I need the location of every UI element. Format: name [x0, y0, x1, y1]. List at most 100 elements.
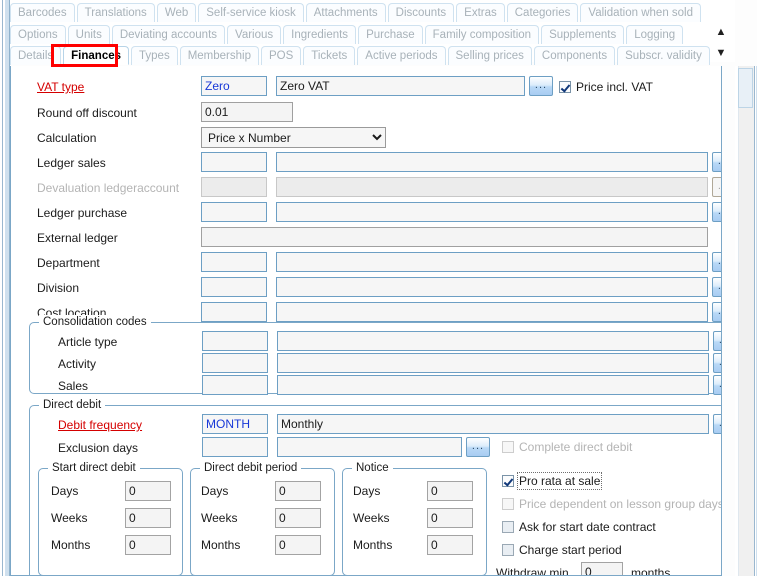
tab-strip: BarcodesTranslationsWebSelf-service kios… — [10, 0, 735, 62]
devaluation-ledgeraccount-browse-button: ... — [712, 177, 722, 197]
vat-type-description-input[interactable]: Zero VAT — [276, 76, 525, 96]
price-dependent-lesson-group-days-checkbox: Price dependent on lesson group days — [502, 495, 722, 513]
tab-logging[interactable]: Logging — [626, 25, 683, 44]
cost-location-code-input[interactable] — [201, 302, 267, 322]
tab-ingredients[interactable]: Ingredients — [283, 25, 356, 44]
start-dd-weeks-input[interactable]: 0 — [125, 508, 171, 528]
tab-components[interactable]: Components — [534, 46, 615, 65]
activity-browse-button[interactable]: ... — [713, 353, 722, 373]
complete-direct-debit-checkbox: Complete direct debit — [502, 438, 632, 456]
tab-selling-prices[interactable]: Selling prices — [448, 46, 532, 65]
start-dd-weeks-label: Weeks — [51, 509, 87, 527]
ask-for-start-date-contract-label: Ask for start date contract — [519, 520, 656, 534]
vat-type-code-input[interactable]: Zero — [201, 76, 267, 96]
ask-for-start-date-contract-checkbox[interactable]: Ask for start date contract — [502, 518, 656, 536]
ledger-purchase-code-input[interactable] — [201, 202, 267, 222]
debit-frequency-label[interactable]: Debit frequency — [58, 414, 142, 436]
exclusion-days-code-input[interactable] — [202, 437, 268, 457]
debit-frequency-browse-button[interactable]: ... — [713, 414, 722, 434]
tab-types[interactable]: Types — [131, 46, 178, 65]
ledger-sales-description-input[interactable] — [276, 152, 708, 172]
tab-purchase[interactable]: Purchase — [358, 25, 423, 44]
department-browse-button[interactable]: ... — [712, 252, 722, 272]
tab-categories[interactable]: Categories — [507, 3, 579, 22]
ledger-sales-code-input[interactable] — [201, 152, 267, 172]
ddp-months-input[interactable]: 0 — [275, 535, 321, 555]
notice-weeks-label: Weeks — [353, 509, 389, 527]
tab-various[interactable]: Various — [227, 25, 281, 44]
tab-subscr-validity[interactable]: Subscr. validity — [617, 46, 710, 65]
tab-attachments[interactable]: Attachments — [306, 3, 386, 22]
cost-location-browse-button[interactable]: ... — [712, 302, 722, 322]
tab-options[interactable]: Options — [10, 25, 66, 44]
tab-membership[interactable]: Membership — [180, 46, 259, 65]
notice-weeks-input[interactable]: 0 — [427, 508, 473, 528]
article-type-browse-button[interactable]: ... — [713, 331, 722, 351]
notice-days-input[interactable]: 0 — [427, 481, 473, 501]
tab-units[interactable]: Units — [68, 25, 110, 44]
pro-rata-at-sale-checkbox[interactable]: Pro rata at sale — [502, 472, 600, 490]
tab-self-service-kiosk[interactable]: Self-service kiosk — [198, 3, 303, 22]
withdraw-min-input[interactable]: 0 — [581, 562, 623, 576]
activity-description-input[interactable] — [277, 353, 709, 373]
division-description-input[interactable] — [276, 277, 708, 297]
exclusion-days-browse-button[interactable]: ... — [466, 437, 490, 457]
tab-tickets[interactable]: Tickets — [303, 46, 355, 65]
ledger-purchase-browse-button[interactable]: ... — [712, 202, 722, 222]
tab-pos[interactable]: POS — [261, 46, 301, 65]
external-ledger-input[interactable] — [201, 227, 708, 247]
tab-details[interactable]: Details — [10, 46, 61, 65]
tab-deviating-accounts[interactable]: Deviating accounts — [112, 25, 225, 44]
tab-validation-when-sold[interactable]: Validation when sold — [580, 3, 701, 22]
tab-discounts[interactable]: Discounts — [388, 3, 455, 22]
direct-debit-period-title: Direct debit period — [200, 461, 301, 475]
notice-months-input[interactable]: 0 — [427, 535, 473, 555]
tab-scroll-down-icon[interactable]: ▼ — [709, 43, 733, 63]
pro-rata-at-sale-checkbox-box[interactable] — [502, 475, 514, 487]
ddp-weeks-input[interactable]: 0 — [275, 508, 321, 528]
price-incl-vat-checkbox[interactable]: Price incl. VAT — [559, 78, 653, 96]
ledger-purchase-description-input[interactable] — [276, 202, 708, 222]
devaluation-ledgeraccount-description-input — [276, 177, 708, 197]
tab-active-periods[interactable]: Active periods — [357, 46, 445, 65]
article-type-description-input[interactable] — [277, 331, 709, 351]
vat-type-browse-button[interactable]: ... — [529, 76, 553, 96]
department-description-input[interactable] — [276, 252, 708, 272]
division-code-input[interactable] — [201, 277, 267, 297]
scrollbar-track[interactable] — [738, 66, 754, 576]
start-dd-months-input[interactable]: 0 — [125, 535, 171, 555]
notice-days-label: Days — [353, 482, 380, 500]
vat-type-label[interactable]: VAT type — [37, 76, 84, 98]
sales-code-input[interactable] — [202, 375, 268, 395]
sales-browse-button[interactable]: ... — [713, 375, 722, 395]
tab-extras[interactable]: Extras — [456, 3, 505, 22]
calculation-select[interactable]: Price x Number — [201, 127, 386, 148]
division-browse-button[interactable]: ... — [712, 277, 722, 297]
charge-start-period-checkbox-box[interactable] — [502, 544, 514, 556]
ledger-sales-browse-button[interactable]: ... — [712, 152, 722, 172]
vertical-scrollbar[interactable] — [735, 66, 757, 576]
debit-frequency-code-input[interactable]: MONTH — [202, 414, 268, 434]
start-dd-days-input[interactable]: 0 — [125, 481, 171, 501]
tab-finances[interactable]: Finances — [63, 46, 129, 65]
tab-family-composition[interactable]: Family composition — [425, 25, 539, 44]
ddp-weeks-label: Weeks — [201, 509, 237, 527]
tab-translations[interactable]: Translations — [77, 3, 155, 22]
article-type-code-input[interactable] — [202, 331, 268, 351]
ddp-days-input[interactable]: 0 — [275, 481, 321, 501]
department-code-input[interactable] — [201, 252, 267, 272]
sales-description-input[interactable] — [277, 375, 709, 395]
ask-for-start-date-contract-checkbox-box[interactable] — [502, 521, 514, 533]
tab-supplements[interactable]: Supplements — [541, 25, 624, 44]
scrollbar-thumb[interactable] — [738, 68, 753, 108]
price-incl-vat-checkbox-box[interactable] — [559, 81, 571, 93]
debit-frequency-description-input[interactable]: Monthly — [277, 414, 709, 434]
activity-code-input[interactable] — [202, 353, 268, 373]
tab-barcodes[interactable]: Barcodes — [10, 3, 75, 22]
round-off-discount-input[interactable]: 0.01 — [201, 102, 293, 122]
exclusion-days-description-input[interactable] — [277, 437, 462, 457]
tab-scroll-up-icon[interactable]: ▲ — [709, 22, 733, 42]
charge-start-period-checkbox[interactable]: Charge start period — [502, 541, 622, 559]
cost-location-description-input[interactable] — [276, 302, 708, 322]
tab-web[interactable]: Web — [157, 3, 196, 22]
